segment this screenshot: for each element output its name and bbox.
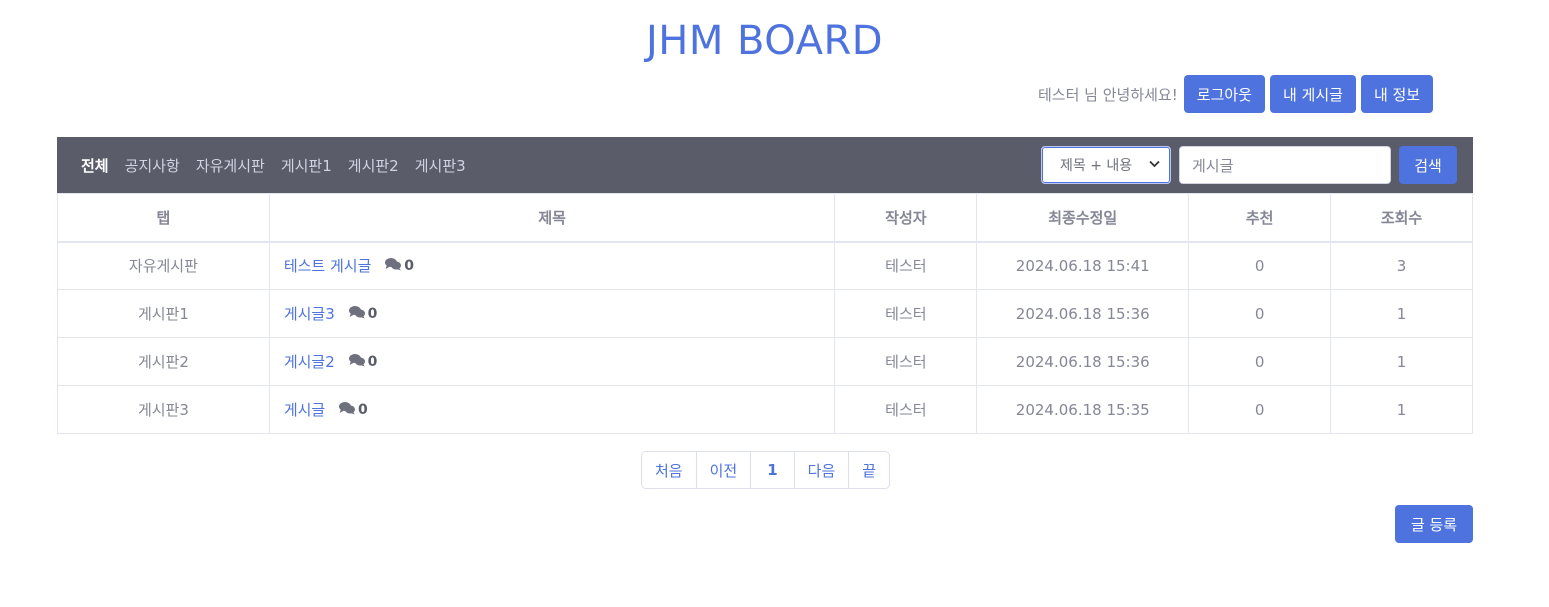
row-tab: 자유게시판 [57,241,270,290]
row-title-cell: 테스트 게시글 0 [268,241,836,290]
row-modified: 2024.06.18 15:41 [976,241,1190,290]
row-modified: 2024.06.18 15:36 [976,289,1190,338]
tab-board-1[interactable]: 게시판1 [281,155,332,176]
my-info-button[interactable]: 내 정보 [1360,75,1434,113]
row-tab: 게시판1 [57,289,270,338]
logout-button[interactable]: 로그아웃 [1183,75,1265,113]
comment-count: 0 [338,401,368,419]
page-next[interactable]: 다음 [794,452,850,488]
column-header-modified: 최종수정일 [976,193,1190,243]
board-navbar: 전체 공지사항 자유게시판 게시판1 게시판2 게시판3 제목 + 내용 검색 [57,137,1473,193]
row-title-cell: 게시글2 0 [268,337,836,386]
comments-icon [348,353,368,371]
comment-count-value: 0 [404,258,414,275]
tab-board-3[interactable]: 게시판3 [415,155,466,176]
post-table: 탭 제목 작성자 최종수정일 추천 조회수 자유게시판 테스트 게시글 0 테스… [57,193,1473,434]
row-author: 테스터 [834,337,978,386]
row-tab: 게시판2 [57,337,270,386]
table-row: 자유게시판 테스트 게시글 0 테스터 2024.06.18 15:41 0 3 [57,241,1473,290]
search-type-select[interactable]: 제목 + 내용 [1041,146,1171,184]
write-post-button[interactable]: 글 등록 [1395,505,1473,543]
search-button[interactable]: 검색 [1399,146,1457,184]
row-likes: 0 [1188,385,1332,434]
site-title: JHM BOARD [645,18,884,64]
user-bar: 테스터 님 안녕하세요! 로그아웃 내 게시글 내 정보 [1038,75,1434,113]
table-row: 게시판2 게시글2 0 테스터 2024.06.18 15:36 0 1 [57,337,1473,386]
row-likes: 0 [1188,241,1332,290]
row-modified: 2024.06.18 15:35 [976,385,1190,434]
row-views: 1 [1330,385,1473,434]
search-type-value: 제목 + 내용 [1060,158,1133,174]
row-likes: 0 [1188,289,1332,338]
comment-count: 0 [384,257,414,275]
pagination: 처음 이전 1 다음 끝 [641,451,891,489]
comments-icon [384,257,404,275]
post-title-link[interactable]: 게시글3 [284,305,335,323]
chevron-down-icon [1149,160,1160,171]
page-current[interactable]: 1 [751,452,795,488]
comment-count-value: 0 [367,306,378,322]
comments-icon [338,401,358,419]
column-header-tab: 탭 [57,193,270,243]
tab-free-board[interactable]: 자유게시판 [196,155,265,176]
row-modified: 2024.06.18 15:36 [976,337,1190,386]
row-author: 테스터 [834,289,978,338]
page-last[interactable]: 끝 [849,452,890,488]
row-views: 1 [1330,289,1473,338]
comments-icon [348,305,368,323]
row-author: 테스터 [834,241,978,290]
row-author: 테스터 [834,385,978,434]
post-title-link[interactable]: 테스트 게시글 [284,257,372,275]
row-title-cell: 게시글 0 [268,385,836,434]
comment-count: 0 [348,305,378,323]
column-header-likes: 추천 [1188,193,1332,243]
comment-count: 0 [348,353,378,371]
post-title-link[interactable]: 게시글2 [284,353,335,371]
page-prev[interactable]: 이전 [696,452,752,488]
comment-count-value: 0 [367,354,378,370]
page-first[interactable]: 처음 [642,452,697,488]
row-tab: 게시판3 [57,385,270,434]
tab-board-2[interactable]: 게시판2 [348,155,399,176]
tab-all[interactable]: 전체 [81,155,109,176]
search-area: 제목 + 내용 검색 [1041,146,1457,184]
search-input[interactable] [1179,146,1391,184]
row-title-cell: 게시글3 0 [268,289,836,338]
board-tabs: 전체 공지사항 자유게시판 게시판1 게시판2 게시판3 [81,155,482,176]
table-row: 게시판3 게시글 0 테스터 2024.06.18 15:35 0 1 [57,385,1473,434]
column-header-author: 작성자 [834,193,978,243]
column-header-title: 제목 [268,193,836,243]
table-header-row: 탭 제목 작성자 최종수정일 추천 조회수 [57,193,1473,243]
row-views: 3 [1330,241,1473,290]
column-header-views: 조회수 [1330,193,1473,243]
row-likes: 0 [1188,337,1332,386]
row-views: 1 [1330,337,1473,386]
greeting-text: 테스터 님 안녕하세요! [1038,85,1178,104]
post-title-link[interactable]: 게시글 [284,401,325,419]
comment-count-value: 0 [358,402,368,418]
table-row: 게시판1 게시글3 0 테스터 2024.06.18 15:36 0 1 [57,289,1473,338]
tab-notice[interactable]: 공지사항 [125,155,180,176]
my-posts-button[interactable]: 내 게시글 [1269,75,1356,113]
